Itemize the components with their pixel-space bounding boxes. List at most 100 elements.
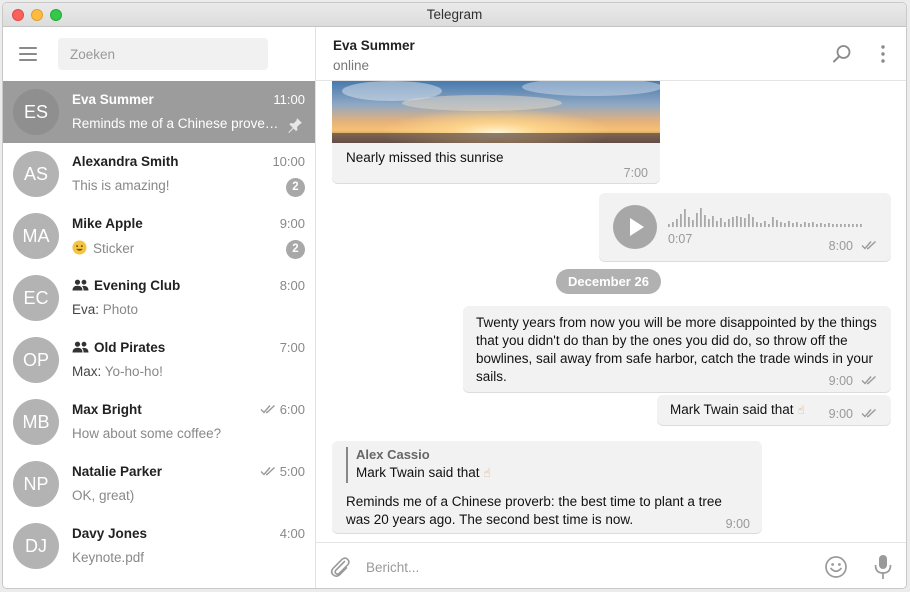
chat-item-max-bright[interactable]: MB Max Bright 6:00 How about some coffee… (3, 391, 315, 453)
chat-name: Eva Summer (72, 92, 154, 107)
avatar: EC (13, 275, 59, 321)
telegram-window: Telegram ES Eva Summer 11:00 Reminds me … (2, 2, 907, 589)
chat-preview-text: Sticker (93, 241, 135, 256)
chat-item-eva-summer[interactable]: ES Eva Summer 11:00 Reminds me of a Chin… (3, 81, 315, 143)
chat-preview: This is amazing! (72, 178, 170, 193)
peer-status: online (333, 58, 370, 73)
emoji-icon (72, 240, 87, 255)
photo-message[interactable]: Nearly missed this sunrise 7:00 (332, 81, 660, 183)
chat-time: 10:00 (272, 154, 305, 169)
chat-time-text: 6:00 (279, 402, 305, 417)
chat-time: 5:00 (260, 464, 305, 479)
photo-caption: Nearly missed this sunrise (346, 150, 504, 165)
double-check-icon (260, 404, 275, 414)
chat-name: Natalie Parker (72, 464, 163, 479)
message-time: 7:00 (623, 166, 648, 180)
chat-time: 9:00 (279, 216, 305, 231)
title-bar: Telegram (3, 3, 906, 27)
chat-name: Old Pirates (72, 340, 165, 355)
chat-time-text: 5:00 (279, 464, 305, 479)
window-title: Telegram (426, 7, 483, 22)
voice-waveform[interactable] (668, 205, 868, 227)
chat-panel: Eva Summer online Nearly missed this sun… (316, 27, 906, 588)
unread-badge: 2 (286, 240, 305, 259)
chat-preview-sender: Max: (72, 364, 102, 379)
chat-preview-text: Yo-ho-ho! (104, 364, 163, 379)
outgoing-message[interactable]: Mark Twain said that ☝ 9:00 (657, 395, 891, 425)
message-time: 9:00 (725, 517, 750, 531)
message-time: 9:00 (829, 407, 879, 421)
chat-item-natalie-parker[interactable]: NP Natalie Parker 5:00 OK, great) (3, 453, 315, 515)
date-separator: December 26 (556, 269, 661, 294)
reply-to-text[interactable]: Mark Twain said that ☝ (356, 465, 491, 480)
message-time-text: 8:00 (828, 239, 853, 253)
message-text-content: Mark Twain said that (670, 402, 794, 417)
chat-preview: Max: Yo-ho-ho! (72, 364, 282, 379)
chat-time: 7:00 (279, 340, 305, 355)
message-text: Mark Twain said that ☝ (670, 401, 805, 419)
reply-to-name[interactable]: Alex Cassio (356, 447, 430, 462)
avatar: OP (13, 337, 59, 383)
voice-message[interactable]: 0:07 8:00 (599, 193, 891, 261)
chat-time: 4:00 (279, 526, 305, 541)
more-vertical-icon[interactable] (872, 43, 894, 65)
chat-preview: Eva: Photo (72, 302, 282, 317)
chat-name-text: Evening Club (94, 278, 181, 293)
sidebar-header (3, 27, 315, 81)
outgoing-message[interactable]: Twenty years from now you will be more d… (463, 306, 891, 392)
chat-time: 8:00 (279, 278, 305, 293)
chat-preview-sender: Eva: (72, 302, 100, 317)
hamburger-icon[interactable] (19, 47, 37, 61)
message-time: 8:00 (829, 239, 879, 253)
chat-preview: Sticker (72, 240, 282, 256)
search-icon[interactable] (831, 43, 853, 65)
voice-duration: 0:07 (668, 232, 693, 246)
play-button[interactable] (613, 205, 657, 249)
message-time-text: 9:00 (828, 407, 853, 421)
chat-item-old-pirates[interactable]: OP Old Pirates 7:00 Max: Yo-ho-ho! (3, 329, 315, 391)
double-check-icon (861, 408, 876, 418)
chat-name: Alexandra Smith (72, 154, 179, 169)
double-check-icon (861, 240, 876, 250)
group-icon (72, 341, 89, 353)
chat-name: Mike Apple (72, 216, 143, 231)
chat-preview-text: Photo (102, 302, 139, 317)
paperclip-icon[interactable] (328, 555, 352, 579)
chat-header: Eva Summer online (316, 27, 906, 81)
reply-bar (346, 447, 348, 483)
chat-list: ES Eva Summer 11:00 Reminds me of a Chin… (3, 81, 315, 577)
chat-time: 6:00 (260, 402, 305, 417)
peer-name[interactable]: Eva Summer (333, 38, 415, 53)
message-time: 9:00 (829, 374, 879, 388)
avatar: NP (13, 461, 59, 507)
chat-preview: Keynote.pdf (72, 550, 145, 565)
chat-preview: How about some coffee? (72, 426, 222, 441)
sunrise-photo[interactable] (332, 81, 660, 143)
chat-item-alexandra-smith[interactable]: AS Alexandra Smith 10:00 This is amazing… (3, 143, 315, 205)
chat-name: Max Bright (72, 402, 142, 417)
chat-time: 11:00 (273, 92, 305, 107)
group-icon (72, 279, 89, 291)
message-text: Reminds me of a Chinese proverb: the bes… (346, 494, 722, 527)
avatar: ES (13, 89, 59, 135)
smile-icon[interactable] (824, 555, 848, 579)
pin-icon (288, 118, 302, 133)
message-text: Twenty years from now you will be more d… (476, 315, 877, 384)
avatar: MA (13, 213, 59, 259)
double-check-icon (260, 466, 275, 476)
message-list[interactable]: Nearly missed this sunrise 7:00 0:07 8:0… (316, 81, 906, 542)
chat-name: Evening Club (72, 278, 180, 293)
microphone-icon[interactable] (872, 554, 894, 580)
pointing-hand-icon: ☝ (797, 403, 805, 417)
chat-name-text: Old Pirates (94, 340, 166, 355)
chat-item-evening-club[interactable]: EC Evening Club 8:00 Eva: Photo (3, 267, 315, 329)
search-input[interactable] (58, 38, 268, 70)
chat-item-mike-apple[interactable]: MA Mike Apple 9:00 Sticker 2 (3, 205, 315, 267)
avatar: AS (13, 151, 59, 197)
message-composer (316, 542, 906, 588)
message-input[interactable] (366, 553, 806, 581)
incoming-reply-message[interactable]: Alex Cassio Mark Twain said that ☝ Remin… (332, 441, 762, 533)
sidebar: ES Eva Summer 11:00 Reminds me of a Chin… (3, 27, 316, 588)
double-check-icon (861, 375, 876, 385)
chat-item-davy-jones[interactable]: DJ Davy Jones 4:00 Keynote.pdf (3, 515, 315, 577)
